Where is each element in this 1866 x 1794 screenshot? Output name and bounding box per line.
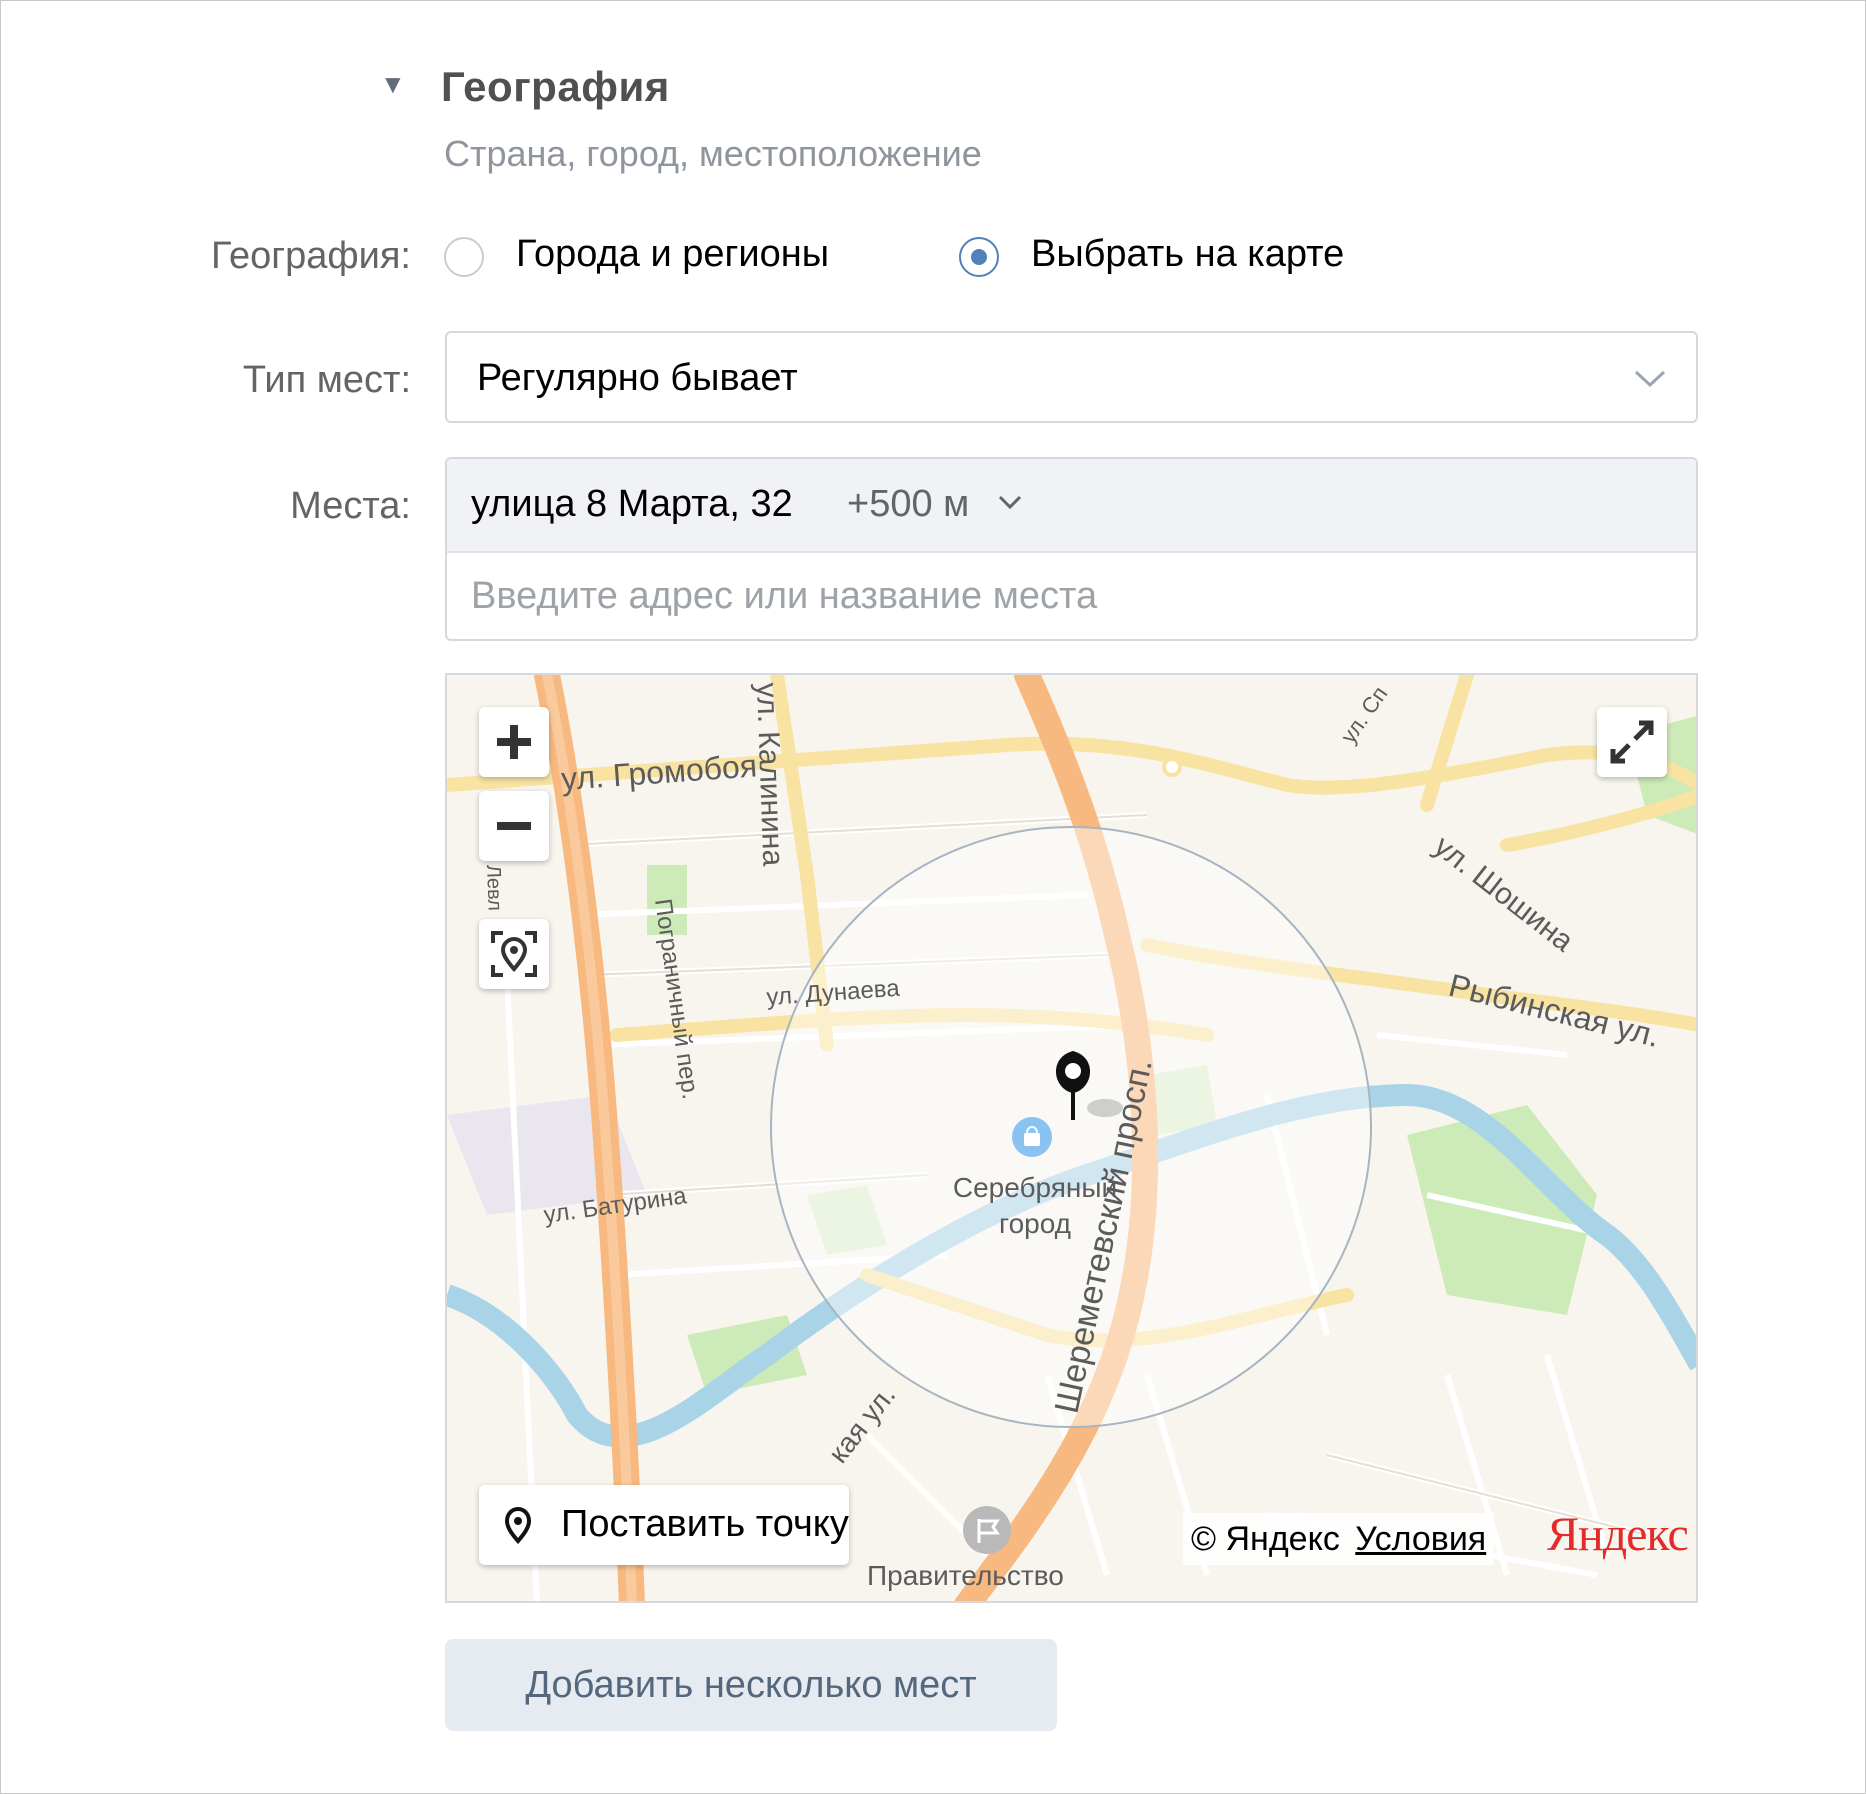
place-point-button[interactable]: Поставить точку bbox=[479, 1485, 849, 1565]
place-search-input[interactable] bbox=[471, 571, 1651, 621]
radio-cities-regions-label[interactable]: Города и регионы bbox=[516, 233, 829, 276]
place-type-select[interactable]: Регулярно бывает bbox=[445, 331, 1698, 423]
section-title: География bbox=[441, 63, 670, 110]
add-several-places-button[interactable]: Добавить несколько мест bbox=[445, 1639, 1057, 1731]
map-view[interactable]: ул. Громобоя ул. Калинина Пограничный пе… bbox=[445, 673, 1698, 1603]
radius-chevron-down-icon[interactable] bbox=[995, 489, 1025, 515]
place-type-label: Тип мест: bbox=[242, 359, 411, 401]
copyright-text: © Яндекс bbox=[1191, 1520, 1340, 1558]
terms-link[interactable]: Условия bbox=[1355, 1520, 1486, 1558]
plus-icon bbox=[497, 725, 531, 759]
chevron-down-icon bbox=[1634, 370, 1666, 388]
places-box: улица 8 Марта, 32 +500 м bbox=[445, 457, 1698, 641]
map-attribution: © Яндекс Условия bbox=[1183, 1513, 1495, 1565]
poi-label-pravitelstvo: Правительство bbox=[867, 1560, 1064, 1591]
government-poi-icon bbox=[963, 1506, 1011, 1554]
street-label-kalinina: ул. Калинина bbox=[750, 682, 789, 867]
poi-label-line2: город bbox=[999, 1208, 1071, 1239]
place-point-label: Поставить точку bbox=[561, 1503, 849, 1545]
radio-choose-on-map[interactable] bbox=[959, 237, 999, 277]
section-subtitle: Страна, город, местоположение bbox=[444, 133, 982, 174]
collapse-triangle-icon[interactable]: ▼ bbox=[380, 69, 410, 99]
selected-place-radius[interactable]: +500 м bbox=[847, 483, 969, 526]
place-type-value: Регулярно бывает bbox=[477, 357, 798, 399]
zoom-out-button[interactable] bbox=[479, 791, 549, 861]
fullscreen-button[interactable] bbox=[1597, 707, 1667, 777]
radio-cities-regions[interactable] bbox=[444, 237, 484, 277]
zoom-in-button[interactable] bbox=[479, 707, 549, 777]
selected-place-row: улица 8 Марта, 32 +500 м bbox=[447, 459, 1696, 553]
geography-panel: ▼ География Страна, город, местоположени… bbox=[0, 0, 1866, 1794]
geolocation-button[interactable] bbox=[479, 919, 549, 989]
yandex-logo[interactable]: Яндекс bbox=[1547, 1507, 1689, 1562]
street-label-lev: Левл bbox=[482, 864, 506, 911]
minus-icon bbox=[497, 822, 531, 830]
poi-label-line1: Серебряный bbox=[953, 1172, 1117, 1203]
geolocation-icon bbox=[491, 931, 537, 977]
places-label: Места: bbox=[290, 485, 411, 527]
map-pin-icon bbox=[504, 1506, 532, 1545]
geography-label: География: bbox=[210, 235, 411, 277]
radio-choose-on-map-label[interactable]: Выбрать на карте bbox=[1031, 233, 1344, 276]
expand-icon bbox=[1610, 720, 1654, 764]
map-tiles: ул. Громобоя ул. Калинина Пограничный пе… bbox=[447, 675, 1696, 1601]
selected-place-address: улица 8 Марта, 32 bbox=[471, 483, 793, 525]
